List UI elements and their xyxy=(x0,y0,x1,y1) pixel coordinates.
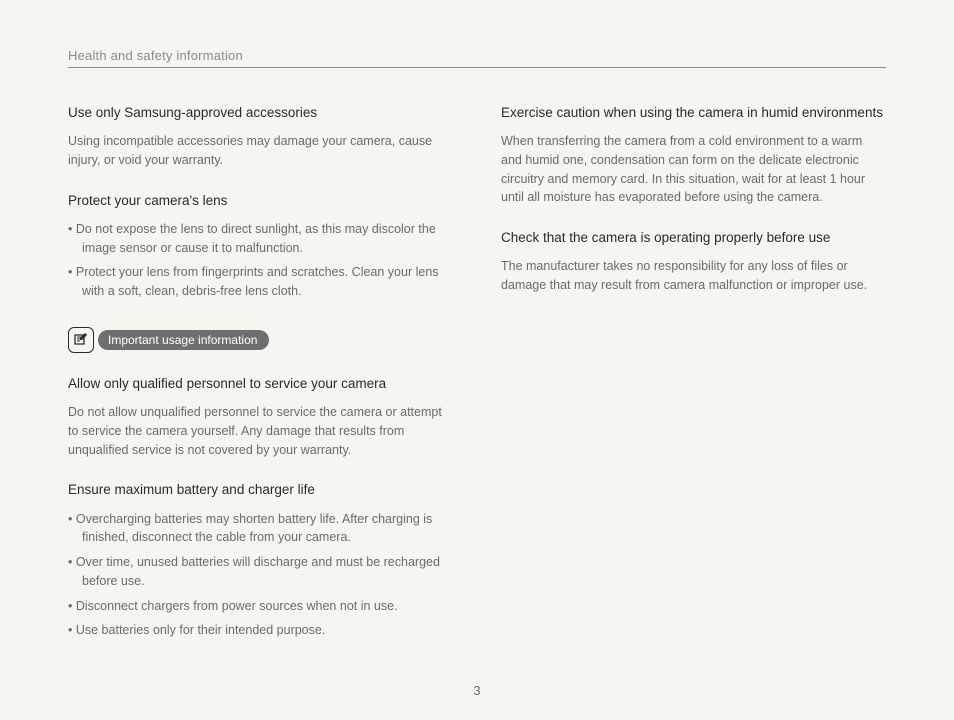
bullet-item: Protect your lens from fingerprints and … xyxy=(68,263,453,301)
bullet-list: Overcharging batteries may shorten batte… xyxy=(68,510,453,641)
callout-badge: Important usage information xyxy=(68,327,453,353)
bullet-item: Use batteries only for their intended pu… xyxy=(68,621,453,640)
bullet-item: Over time, unused batteries will dischar… xyxy=(68,553,453,591)
section-heading: Ensure maximum battery and charger life xyxy=(68,481,453,499)
section-heading: Use only Samsung-approved accessories xyxy=(68,104,453,122)
body-text: The manufacturer takes no responsibility… xyxy=(501,257,886,295)
bullet-item: Disconnect chargers from power sources w… xyxy=(68,597,453,616)
callout-label: Important usage information xyxy=(98,330,269,350)
running-header: Health and safety information xyxy=(68,48,886,68)
note-icon xyxy=(68,327,94,353)
section-heading: Check that the camera is operating prope… xyxy=(501,229,886,247)
bullet-item: Do not expose the lens to direct sunligh… xyxy=(68,220,453,258)
page-number: 3 xyxy=(0,683,954,698)
body-text: When transferring the camera from a cold… xyxy=(501,132,886,207)
section-heading: Protect your camera's lens xyxy=(68,192,453,210)
section-heading: Allow only qualified personnel to servic… xyxy=(68,375,453,393)
body-text: Do not allow unqualified personnel to se… xyxy=(68,403,453,459)
bullet-item: Overcharging batteries may shorten batte… xyxy=(68,510,453,548)
bullet-list: Do not expose the lens to direct sunligh… xyxy=(68,220,453,301)
right-column: Exercise caution when using the camera i… xyxy=(501,104,886,666)
content-columns: Use only Samsung-approved accessories Us… xyxy=(68,104,886,666)
section-heading: Exercise caution when using the camera i… xyxy=(501,104,886,122)
body-text: Using incompatible accessories may damag… xyxy=(68,132,453,170)
left-column: Use only Samsung-approved accessories Us… xyxy=(68,104,453,666)
